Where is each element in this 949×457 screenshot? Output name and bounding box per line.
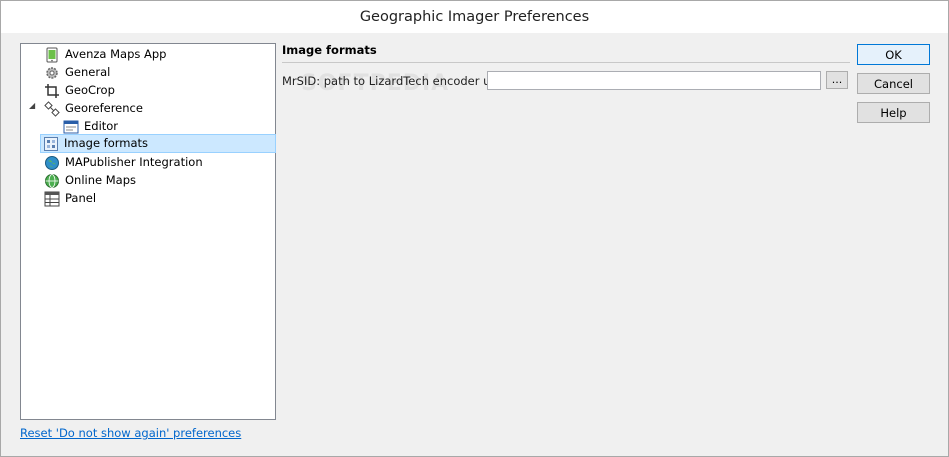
image-formats-icon <box>43 136 59 152</box>
window-title: Geographic Imager Preferences <box>1 1 948 33</box>
panel-divider <box>282 62 850 63</box>
tree-item-label: Avenza Maps App <box>65 47 167 61</box>
help-button[interactable]: Help <box>857 102 930 123</box>
tree-item-mapublisher-integration[interactable]: MAPublisher Integration <box>44 154 203 171</box>
crop-icon <box>44 83 60 99</box>
tree-item-label: Online Maps <box>65 173 137 187</box>
mrsid-path-label: MrSID: path to LizardTech encoder utilit… <box>282 74 519 88</box>
mobile-map-icon <box>44 47 60 63</box>
tree-item-georeference[interactable]: Georeference <box>44 100 143 117</box>
tree-item-general[interactable]: General <box>44 64 110 81</box>
reset-preferences-link[interactable]: Reset 'Do not show again' preferences <box>20 426 241 440</box>
tree-item-online-maps[interactable]: Online Maps <box>44 172 136 189</box>
tree-item-label: General <box>65 65 111 79</box>
georeference-icon <box>44 100 60 117</box>
tree-item-label: Editor <box>84 119 119 133</box>
preferences-window: Geographic Imager Preferences ◢ Avenza M… <box>0 0 949 457</box>
cancel-button[interactable]: Cancel <box>857 73 930 94</box>
gear-icon <box>44 65 60 81</box>
collapse-arrow-icon[interactable]: ◢ <box>29 102 37 110</box>
tree-item-label: Image formats <box>64 136 149 150</box>
editor-icon <box>63 119 79 135</box>
panel-grid-icon <box>44 191 60 207</box>
tree-item-avenza-maps-app[interactable]: Avenza Maps App <box>44 46 166 63</box>
tree-item-label: Georeference <box>65 101 143 115</box>
tree-item-editor[interactable]: Editor <box>63 118 118 135</box>
panel-title: Image formats <box>282 43 377 57</box>
mrsid-path-input[interactable] <box>487 71 821 90</box>
tree-item-label: Panel <box>65 191 97 205</box>
tree-item-panel[interactable]: Panel <box>44 190 96 207</box>
online-globe-icon <box>44 173 60 189</box>
preferences-tree[interactable]: ◢ Avenza Maps App General GeoCrop Georef… <box>20 43 276 420</box>
tree-item-label: MAPublisher Integration <box>65 155 203 169</box>
tree-item-geocrop[interactable]: GeoCrop <box>44 82 115 99</box>
tree-item-image-formats[interactable]: Image formats <box>40 134 276 153</box>
ok-button[interactable]: OK <box>857 44 930 65</box>
globe-icon <box>44 155 60 171</box>
tree-item-label: GeoCrop <box>65 83 115 97</box>
browse-button[interactable]: ... <box>826 71 848 89</box>
